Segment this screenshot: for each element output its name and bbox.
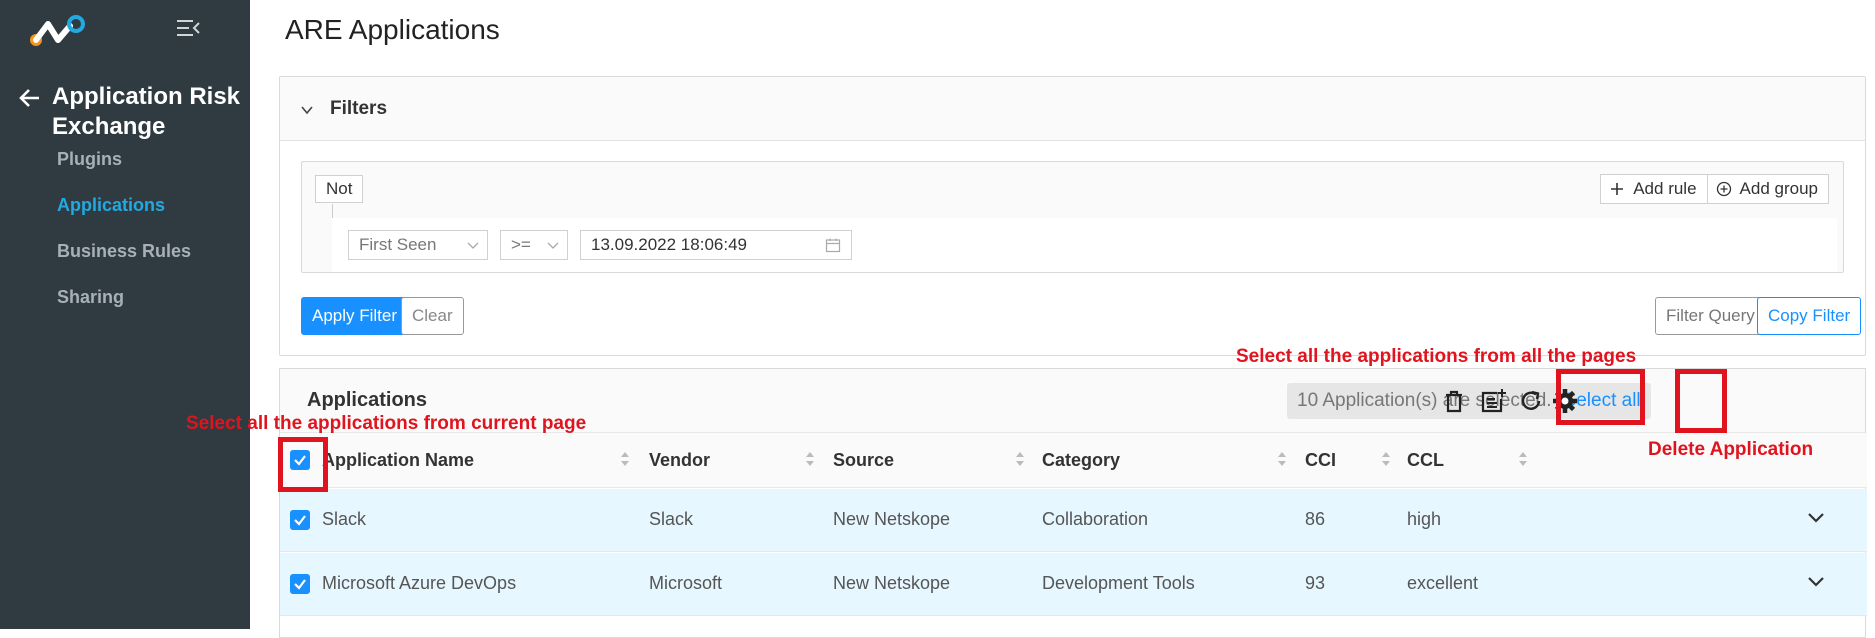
calendar-icon[interactable] [825, 237, 841, 253]
field-select[interactable]: First Seen [348, 230, 488, 260]
copy-filter-button[interactable]: Copy Filter [1757, 297, 1862, 335]
col-application-name[interactable]: Application Name [322, 450, 474, 471]
operator-select-value: >= [511, 235, 531, 254]
col-category[interactable]: Category [1042, 450, 1120, 471]
chevron-down-icon [547, 242, 559, 249]
operator-select[interactable]: >= [500, 230, 568, 260]
add-controls: Add rule Add group [1600, 174, 1829, 204]
row-checkbox[interactable] [290, 510, 310, 530]
cell-source: New Netskope [833, 573, 951, 593]
not-toggle[interactable]: Not [315, 175, 364, 203]
section-title: Application Risk Exchange [52, 83, 241, 140]
cell-category: Collaboration [1042, 509, 1149, 529]
cell-cci: 93 [1305, 573, 1326, 593]
annotation-delete-application: Delete Application [1648, 439, 1814, 460]
refresh-icon[interactable] [1517, 387, 1545, 415]
plus-circle-icon [1716, 181, 1731, 197]
col-cci[interactable]: CCI [1305, 450, 1336, 471]
page-title: ARE Applications [285, 14, 500, 45]
sort-icon[interactable] [805, 450, 815, 468]
sort-icon[interactable] [1381, 450, 1391, 468]
filter-rule: First Seen >= 13.09.2022 18:06:49 [332, 218, 1837, 272]
sidebar-item-applications[interactable]: Applications [57, 195, 165, 216]
col-vendor[interactable]: Vendor [649, 450, 710, 471]
add-rule-button[interactable]: Add rule [1600, 174, 1708, 204]
cell-application-name: Slack [322, 509, 367, 529]
chevron-down-icon [467, 242, 479, 249]
cell-application-name: Microsoft Azure DevOps [322, 573, 517, 593]
col-ccl[interactable]: CCL [1407, 450, 1444, 471]
date-value-input[interactable]: 13.09.2022 18:06:49 [580, 230, 852, 260]
sidebar-item-plugins[interactable]: Plugins [57, 149, 122, 170]
add-group-label: Add group [1739, 179, 1818, 198]
date-value: 13.09.2022 18:06:49 [591, 235, 747, 254]
add-report-icon[interactable] [1479, 387, 1507, 415]
sidebar: Application Risk Exchange Plugins Applic… [0, 0, 250, 629]
highlight-select-all [1556, 369, 1645, 425]
sort-icon[interactable] [620, 450, 630, 468]
sort-icon[interactable] [1015, 450, 1025, 468]
highlight-page-checkbox [278, 437, 328, 492]
cell-cci: 86 [1305, 509, 1326, 529]
cell-vendor: Microsoft [649, 573, 723, 593]
table-header: Application Name Vendor Source Category … [280, 433, 1867, 488]
apply-filter-button[interactable]: Apply Filter [301, 297, 409, 335]
table-row[interactable]: Slack Slack New Netskope Collaboration 8… [280, 489, 1867, 552]
cell-vendor: Slack [649, 509, 694, 529]
trash-icon[interactable] [1440, 387, 1468, 415]
applications-title: Applications [307, 389, 428, 411]
cell-category: Development Tools [1042, 573, 1195, 593]
chevron-down-icon[interactable] [1807, 575, 1825, 589]
annotation-select-all-pages: Select all the applications from all the… [1236, 346, 1637, 367]
row-checkbox[interactable] [290, 574, 310, 594]
filters-title: Filters [330, 98, 388, 119]
query-builder: Not Add rule Add group First Seen >= 13.… [301, 161, 1844, 273]
highlight-delete-button [1675, 369, 1727, 433]
cell-ccl: high [1407, 509, 1442, 529]
field-select-value: First Seen [359, 235, 437, 254]
annotation-select-current-page: Select all the applications from current… [186, 413, 587, 434]
arrow-left-icon[interactable] [18, 86, 42, 110]
sidebar-item-sharing[interactable]: Sharing [57, 287, 124, 308]
chevron-down-icon[interactable] [300, 103, 314, 117]
main-content: ARE Applications Filters Not Add rule Ad… [186, 0, 1875, 638]
filter-query-button[interactable]: Filter Query [1655, 297, 1766, 335]
sort-icon[interactable] [1277, 450, 1287, 468]
col-source[interactable]: Source [833, 450, 894, 471]
sidebar-item-business-rules[interactable]: Business Rules [57, 241, 191, 262]
chevron-down-icon[interactable] [1807, 511, 1825, 525]
cell-source: New Netskope [833, 509, 951, 529]
filters-panel: Filters Not Add rule Add group First See… [279, 76, 1866, 356]
filters-header[interactable]: Filters [280, 77, 1865, 141]
netskope-logo [30, 15, 85, 46]
add-group-button[interactable]: Add group [1707, 174, 1829, 204]
table-row[interactable]: Microsoft Azure DevOps Microsoft New Net… [280, 553, 1867, 616]
checkmark-icon [294, 579, 306, 590]
selected-count-text: 10 Application(s) are selected. [1297, 390, 1552, 411]
cell-ccl: excellent [1407, 573, 1479, 593]
clear-button[interactable]: Clear [401, 297, 464, 335]
add-rule-label: Add rule [1633, 179, 1697, 198]
collapse-menu-icon[interactable] [175, 16, 201, 40]
sort-icon[interactable] [1518, 450, 1528, 468]
checkmark-icon [294, 515, 306, 526]
plus-icon [1611, 183, 1624, 195]
